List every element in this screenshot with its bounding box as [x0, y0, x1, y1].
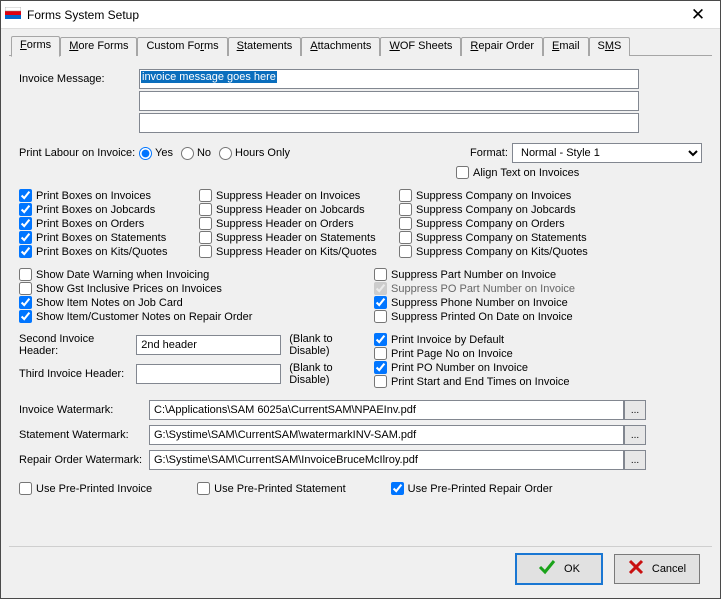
format-select[interactable]: Normal - Style 1 [512, 143, 702, 163]
format-label: Format: [470, 147, 512, 159]
button-bar: OK Cancel [9, 546, 712, 590]
cb-show-cust-notes-ro[interactable]: Show Item/Customer Notes on Repair Order [19, 310, 374, 323]
radio-no[interactable]: No [181, 147, 211, 160]
cancel-button[interactable]: Cancel [614, 554, 700, 584]
cb-suppress-printed-on[interactable]: Suppress Printed On Date on Invoice [374, 310, 702, 323]
cb-show-gst[interactable]: Show Gst Inclusive Prices on Invoices [19, 282, 374, 295]
cb-suppress-company-jobcards[interactable]: Suppress Company on Jobcards [399, 203, 629, 216]
invoice-message-line3[interactable] [139, 113, 639, 133]
cb-use-preprinted-invoice[interactable]: Use Pre-Printed Invoice [19, 482, 152, 495]
cb-show-item-notes[interactable]: Show Item Notes on Job Card [19, 296, 374, 309]
tab-attachments[interactable]: Attachments [301, 37, 380, 56]
tab-statements[interactable]: Statements [228, 37, 302, 56]
invoice-watermark-browse[interactable]: ... [624, 400, 646, 420]
cb-suppress-company-invoices[interactable]: Suppress Company on Invoices [399, 189, 629, 202]
cb-print-page-no[interactable]: Print Page No on Invoice [374, 347, 702, 360]
check-icon [538, 558, 556, 579]
cb-print-po-no[interactable]: Print PO Number on Invoice [374, 361, 702, 374]
third-header-hint: (Blank to Disable) [289, 362, 374, 386]
cb-suppress-company-kits[interactable]: Suppress Company on Kits/Quotes [399, 245, 629, 258]
invoice-watermark-label: Invoice Watermark: [19, 404, 149, 416]
statement-watermark-browse[interactable]: ... [624, 425, 646, 445]
cb-print-boxes-kits[interactable]: Print Boxes on Kits/Quotes [19, 245, 199, 258]
cb-suppress-company-statements[interactable]: Suppress Company on Statements [399, 231, 629, 244]
close-icon [628, 559, 644, 578]
cb-suppress-part-no[interactable]: Suppress Part Number on Invoice [374, 268, 702, 281]
ok-button[interactable]: OK [516, 554, 602, 584]
tab-email[interactable]: Email [543, 37, 589, 56]
invoice-message-line2[interactable] [139, 91, 639, 111]
cb-align-text[interactable]: Align Text on Invoices [456, 166, 579, 179]
tab-custom-forms[interactable]: Custom Forms [137, 37, 227, 56]
repair-watermark-browse[interactable]: ... [624, 450, 646, 470]
close-button[interactable]: ✕ [680, 1, 716, 28]
cb-print-start-end-times[interactable]: Print Start and End Times on Invoice [374, 375, 702, 388]
title-bar: Forms System Setup ✕ [1, 1, 720, 29]
cb-suppress-company-orders[interactable]: Suppress Company on Orders [399, 217, 629, 230]
invoice-message-line1-text: invoice message goes here [141, 71, 277, 83]
second-header-input[interactable] [136, 335, 281, 355]
cb-print-boxes-jobcards[interactable]: Print Boxes on Jobcards [19, 203, 199, 216]
third-header-label: Third Invoice Header: [19, 368, 136, 380]
cb-suppress-po-part-no: Suppress PO Part Number on Invoice [374, 282, 702, 295]
cb-print-boxes-invoices[interactable]: Print Boxes on Invoices [19, 189, 199, 202]
cb-suppress-header-jobcards[interactable]: Suppress Header on Jobcards [199, 203, 399, 216]
radio-yes[interactable]: Yes [139, 147, 173, 160]
window-title: Forms System Setup [27, 8, 680, 22]
repair-watermark-input[interactable] [149, 450, 624, 470]
cb-suppress-header-statements[interactable]: Suppress Header on Statements [199, 231, 399, 244]
radio-hours-only[interactable]: Hours Only [219, 147, 290, 160]
invoice-watermark-input[interactable] [149, 400, 624, 420]
tab-wof-sheets[interactable]: WOF Sheets [380, 37, 461, 56]
cb-print-boxes-statements[interactable]: Print Boxes on Statements [19, 231, 199, 244]
tab-more-forms[interactable]: More Forms [60, 37, 137, 56]
cb-suppress-header-invoices[interactable]: Suppress Header on Invoices [199, 189, 399, 202]
second-header-label: Second Invoice Header: [19, 333, 136, 357]
cb-print-boxes-orders[interactable]: Print Boxes on Orders [19, 217, 199, 230]
tab-strip: Forms More Forms Custom Forms Statements… [9, 36, 712, 56]
second-header-hint: (Blank to Disable) [289, 333, 374, 357]
cb-use-preprinted-statement[interactable]: Use Pre-Printed Statement [197, 482, 345, 495]
app-icon [5, 7, 21, 23]
third-header-input[interactable] [136, 364, 281, 384]
statement-watermark-input[interactable] [149, 425, 624, 445]
tab-forms[interactable]: Forms [11, 36, 60, 57]
print-labour-label: Print Labour on Invoice: [19, 147, 139, 159]
repair-watermark-label: Repair Order Watermark: [19, 454, 149, 466]
tab-sms[interactable]: SMS [589, 37, 631, 56]
statement-watermark-label: Statement Watermark: [19, 429, 149, 441]
cb-suppress-phone[interactable]: Suppress Phone Number on Invoice [374, 296, 702, 309]
cb-print-invoice-default[interactable]: Print Invoice by Default [374, 333, 702, 346]
invoice-message-label: Invoice Message: [19, 73, 139, 85]
cb-show-date-warning[interactable]: Show Date Warning when Invoicing [19, 268, 374, 281]
cb-suppress-header-orders[interactable]: Suppress Header on Orders [199, 217, 399, 230]
cb-suppress-header-kits[interactable]: Suppress Header on Kits/Quotes [199, 245, 399, 258]
tab-repair-order[interactable]: Repair Order [461, 37, 543, 56]
cb-use-preprinted-repair[interactable]: Use Pre-Printed Repair Order [391, 482, 553, 495]
